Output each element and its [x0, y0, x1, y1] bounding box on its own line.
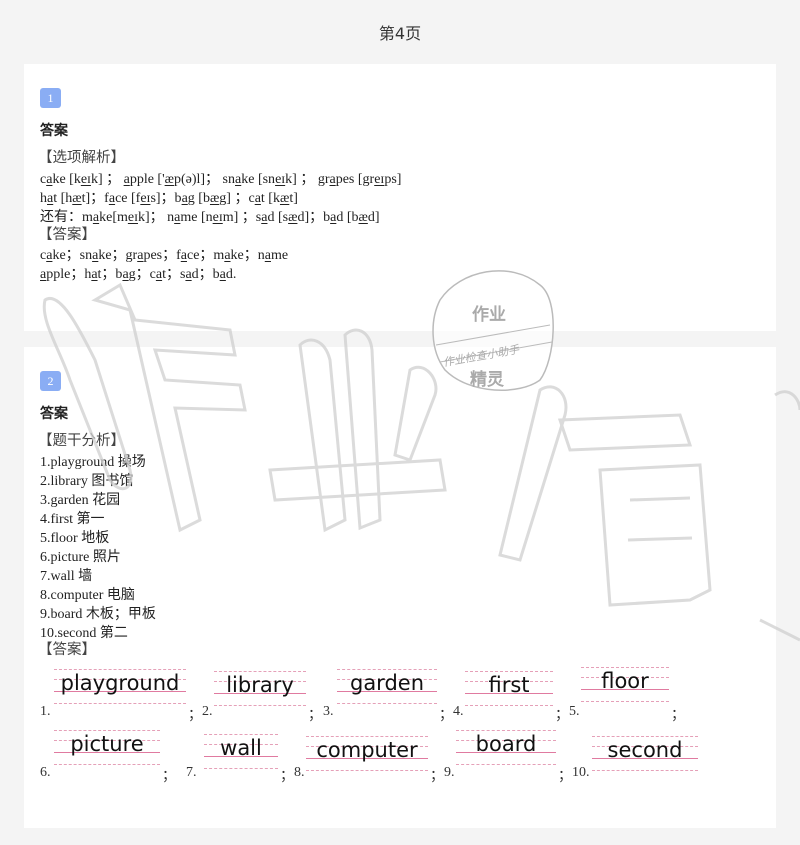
- copybook-line: [54, 669, 186, 670]
- answer-blank: computer: [306, 736, 428, 776]
- copybook-line: [204, 734, 278, 735]
- blank-number: 2.: [202, 704, 213, 719]
- vocab-item: 5.floor 地板: [40, 531, 110, 546]
- blank-number: 9.: [444, 765, 455, 780]
- phonetic-line-1: cake [keɪk] ； apple ['æp(ə)l]； snake [sn…: [40, 172, 402, 187]
- question-card-1: 1 答案 【选项解析】 cake [keɪk] ； apple ['æp(ə)l…: [24, 64, 776, 331]
- copybook-line: [592, 770, 698, 771]
- blank-number: 5.: [569, 704, 580, 719]
- answer-blank: library: [214, 671, 306, 711]
- answer-word: computer: [316, 738, 418, 762]
- answer-word: library: [226, 673, 294, 697]
- blank-number: 3.: [323, 704, 334, 719]
- blank-number: 8.: [294, 765, 305, 780]
- answer-header: 【答案】: [38, 227, 96, 243]
- copybook-line: [581, 701, 669, 702]
- blank-number: 1.: [40, 704, 51, 719]
- separator: ；: [280, 768, 294, 784]
- copybook-line: [337, 703, 437, 704]
- separator: ；: [555, 707, 569, 723]
- blank-number: 4.: [453, 704, 464, 719]
- separator: ；: [430, 768, 444, 784]
- answer-blank: board: [456, 730, 556, 770]
- answer-blank: picture: [54, 730, 160, 770]
- answer-word: board: [475, 732, 537, 756]
- question-card-2: 2 答案 【题干分析】 1.playground 操场 2.library 图书馆…: [24, 347, 776, 828]
- answer-blank: first: [465, 671, 553, 711]
- answer-blank: wall: [204, 734, 278, 774]
- blank-number: 6.: [40, 765, 51, 780]
- vocab-item: 9.board 木板；甲板: [40, 607, 156, 622]
- vocab-item: 3.garden 花园: [40, 493, 121, 508]
- separator: ；: [558, 768, 572, 784]
- answer-title: 答案: [40, 123, 68, 139]
- answer-word: playground: [60, 671, 180, 695]
- answer-blank: second: [592, 736, 698, 776]
- copybook-line: [306, 736, 428, 737]
- separator: ；: [671, 707, 685, 723]
- vocab-item: 8.computer 电脑: [40, 588, 135, 603]
- vocab-item: 6.picture 照片: [40, 550, 121, 565]
- phonetic-line-2: hat [hæt]；face [feɪs]；bag [bæg] ；cat [kæ…: [40, 191, 298, 206]
- answer-word: second: [607, 738, 683, 762]
- question-number-badge: 1: [40, 88, 61, 108]
- answer-word: garden: [349, 671, 425, 695]
- separator: ；: [162, 768, 176, 784]
- copybook-line: [581, 667, 669, 668]
- answer-word: wall: [220, 736, 262, 760]
- vocab-item: 1.playground 操场: [40, 455, 146, 470]
- answer-line-1: cake；snake；grapes；face；make；name: [40, 248, 289, 263]
- copybook-line: [54, 730, 160, 731]
- answer-header: 【答案】: [38, 642, 96, 658]
- vocab-item: 7.wall 墙: [40, 569, 93, 584]
- vocab-item: 2.library 图书馆: [40, 474, 134, 489]
- copybook-line: [456, 764, 556, 765]
- answer-title: 答案: [40, 406, 68, 422]
- answer-word: picture: [70, 732, 144, 756]
- copybook-line: [465, 671, 553, 672]
- blank-number: 10.: [572, 765, 590, 780]
- separator: ；: [188, 707, 202, 723]
- vocab-item: 4.first 第一: [40, 512, 105, 527]
- phonetic-line-3: 还有：make[meɪk]； name [neɪm] ；sad [sæd]；ba…: [40, 209, 380, 225]
- copybook-line: [214, 671, 306, 672]
- copybook-line: [214, 705, 306, 706]
- page-title: 第4页: [378, 24, 422, 43]
- answer-blank: floor: [581, 667, 669, 707]
- analysis-header: 【选项解析】: [38, 150, 125, 166]
- copybook-line: [306, 770, 428, 771]
- copybook-line: [592, 736, 698, 737]
- separator: ；: [439, 707, 453, 723]
- analysis-header: 【题干分析】: [38, 433, 125, 449]
- answer-word: floor: [601, 669, 649, 693]
- copybook-line: [465, 705, 553, 706]
- copybook-line: [337, 669, 437, 670]
- copybook-line: [54, 764, 160, 765]
- question-number-badge: 2: [40, 371, 61, 391]
- answer-line-2: apple；hat；bag；cat；sad；bad.: [40, 267, 237, 282]
- copybook-line: [456, 730, 556, 731]
- separator: ；: [308, 707, 322, 723]
- copybook-line: [54, 703, 186, 704]
- blank-number: 7.: [186, 765, 197, 780]
- copybook-line: [204, 768, 278, 769]
- answer-word: first: [488, 673, 530, 697]
- answer-blank: garden: [337, 669, 437, 709]
- answer-blank: playground: [54, 669, 186, 709]
